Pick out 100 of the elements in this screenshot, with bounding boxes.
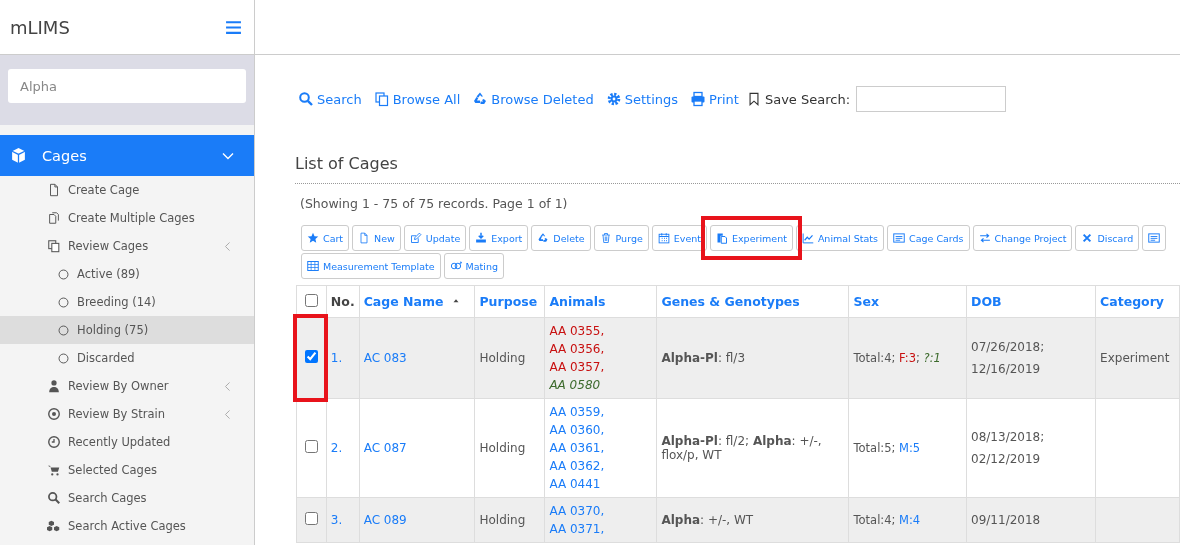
cage-name-link[interactable]: AC 089	[363, 513, 407, 527]
action-button[interactable]: New	[352, 225, 401, 251]
date-text: 12/16/2019	[971, 361, 1042, 378]
action-button[interactable]: Update	[403, 225, 467, 251]
cubes-icon	[47, 519, 61, 533]
nav-item[interactable]: Breeding (14)	[0, 288, 254, 316]
animal-link[interactable]: AA 0360,	[549, 421, 653, 439]
table-icon	[307, 260, 319, 272]
animal-link[interactable]: AA 0371,	[549, 520, 653, 538]
nav-item[interactable]: Search Active Cages	[0, 512, 254, 540]
select-all-checkbox[interactable]	[304, 293, 318, 307]
animal-link[interactable]: AA 0370,	[549, 502, 653, 520]
edit-icon	[409, 232, 422, 244]
nav-item[interactable]: Holding (75)	[0, 316, 254, 344]
toolbar-link[interactable]: Settings	[605, 91, 679, 107]
sex-summary: Total:4; F:3; ?:1	[853, 351, 941, 365]
table-cell: Holding	[479, 513, 526, 527]
table-cell: Holding	[479, 441, 526, 455]
close-icon	[1081, 232, 1094, 244]
star-icon	[307, 232, 319, 244]
animal-link[interactable]: AA 0357,	[549, 358, 653, 376]
card-icon	[1148, 232, 1161, 244]
table-cell: Holding	[479, 351, 526, 365]
menu-icon	[225, 18, 242, 36]
nav-item[interactable]: Selected Cages	[0, 456, 254, 484]
clock-icon	[47, 435, 61, 449]
column-header[interactable]: DOB	[971, 294, 1002, 309]
sex-summary: Total:4; M:4	[853, 513, 921, 527]
nav-item[interactable]: Active (89)	[0, 260, 254, 288]
nav-item[interactable]: Create Multiple Cages	[0, 204, 254, 232]
nav-item[interactable]: Create Cage	[0, 176, 254, 204]
nav-item[interactable]: Search Cages	[0, 484, 254, 512]
app-title: mLIMS	[10, 16, 70, 38]
search-field[interactable]: Alpha	[8, 69, 246, 103]
table-cell: Experiment	[1100, 351, 1170, 365]
row-number[interactable]: 1.	[330, 351, 343, 365]
copy-icon	[47, 239, 61, 253]
date-text: 08/13/2018;	[971, 429, 1046, 446]
record-summary: (Showing 1 - 75 of 75 records. Page 1 of 1)	[300, 196, 569, 211]
paste-icon	[716, 232, 728, 244]
documents-icon	[47, 211, 61, 225]
animal-link[interactable]: AA 0441	[549, 475, 653, 493]
copy-icon	[373, 91, 390, 107]
row-number[interactable]: 3.	[330, 513, 343, 527]
save-search-field[interactable]	[856, 86, 1007, 112]
nav-item[interactable]: Review Cages	[0, 232, 254, 260]
animal-link[interactable]: AA 0362,	[549, 457, 653, 475]
toolbar-link[interactable]: Browse Deleted	[472, 91, 594, 107]
page-heading: List of Cages	[295, 154, 399, 173]
nav-item[interactable]: Recently Updated	[0, 428, 254, 456]
bookmark-icon	[746, 92, 761, 106]
action-button[interactable]: Discard	[1075, 225, 1140, 251]
genotype-text: Alpha-Pl: fl/2; Alpha: +/-, flox/p, WT	[661, 434, 822, 462]
animal-link[interactable]: AA 0359,	[549, 403, 653, 421]
user-icon	[47, 379, 61, 393]
date-text: 09/11/2018	[971, 512, 1042, 529]
icon-button[interactable]	[1142, 225, 1167, 251]
circle-icon	[57, 295, 70, 309]
toolbar-link[interactable]: Search	[298, 91, 362, 107]
document-icon	[47, 183, 61, 197]
action-button[interactable]: Cart	[301, 225, 350, 251]
animal-link[interactable]: AA 0580	[549, 376, 653, 394]
animal-link[interactable]: AA 0361,	[549, 439, 653, 457]
recycle-icon	[472, 91, 489, 107]
action-button[interactable]: Purge	[593, 225, 649, 251]
row-checkbox[interactable]	[304, 440, 318, 453]
row-number[interactable]: 2.	[330, 441, 343, 455]
action-button[interactable]: Delete	[531, 225, 591, 251]
action-button[interactable]: Export	[469, 225, 529, 251]
cage-name-link[interactable]: AC 083	[363, 351, 407, 365]
nav-item[interactable]: Discarded	[0, 344, 254, 372]
animal-link[interactable]: AA 0356,	[549, 340, 653, 358]
action-button[interactable]: Experiment	[710, 225, 793, 251]
recycle-icon	[537, 232, 550, 244]
search-icon	[47, 491, 61, 505]
menu-button[interactable]	[225, 18, 242, 36]
nav-item[interactable]: Review By Strain	[0, 400, 254, 428]
action-button[interactable]: Cage Cards	[887, 225, 970, 251]
card-icon	[893, 232, 906, 244]
action-button[interactable]: Change Project	[972, 225, 1073, 251]
row-checkbox[interactable]	[304, 350, 318, 363]
nav-item[interactable]: Cages	[0, 135, 254, 176]
exchange-icon	[978, 232, 991, 244]
printer-icon	[690, 91, 707, 107]
nav-item[interactable]: Review By Owner	[0, 372, 254, 400]
search-icon	[298, 91, 314, 107]
action-button[interactable]: Event	[651, 225, 707, 251]
sex-summary: Total:5; M:5	[853, 441, 921, 455]
action-button[interactable]: Mating	[443, 253, 505, 279]
document-icon	[358, 232, 371, 244]
action-button[interactable]: Animal Stats	[795, 225, 885, 251]
date-text: 02/12/2019	[971, 451, 1042, 468]
animal-link[interactable]: AA 0355,	[549, 322, 653, 340]
toolbar-link[interactable]: Print	[690, 91, 739, 107]
toolbar-link[interactable]: Browse All	[373, 91, 461, 107]
column-header[interactable]: Sex	[853, 294, 880, 309]
row-checkbox[interactable]	[304, 512, 318, 525]
action-button[interactable]: Measurement Template	[301, 253, 441, 279]
cage-name-link[interactable]: AC 087	[363, 441, 407, 455]
line-chart-icon	[801, 232, 814, 244]
